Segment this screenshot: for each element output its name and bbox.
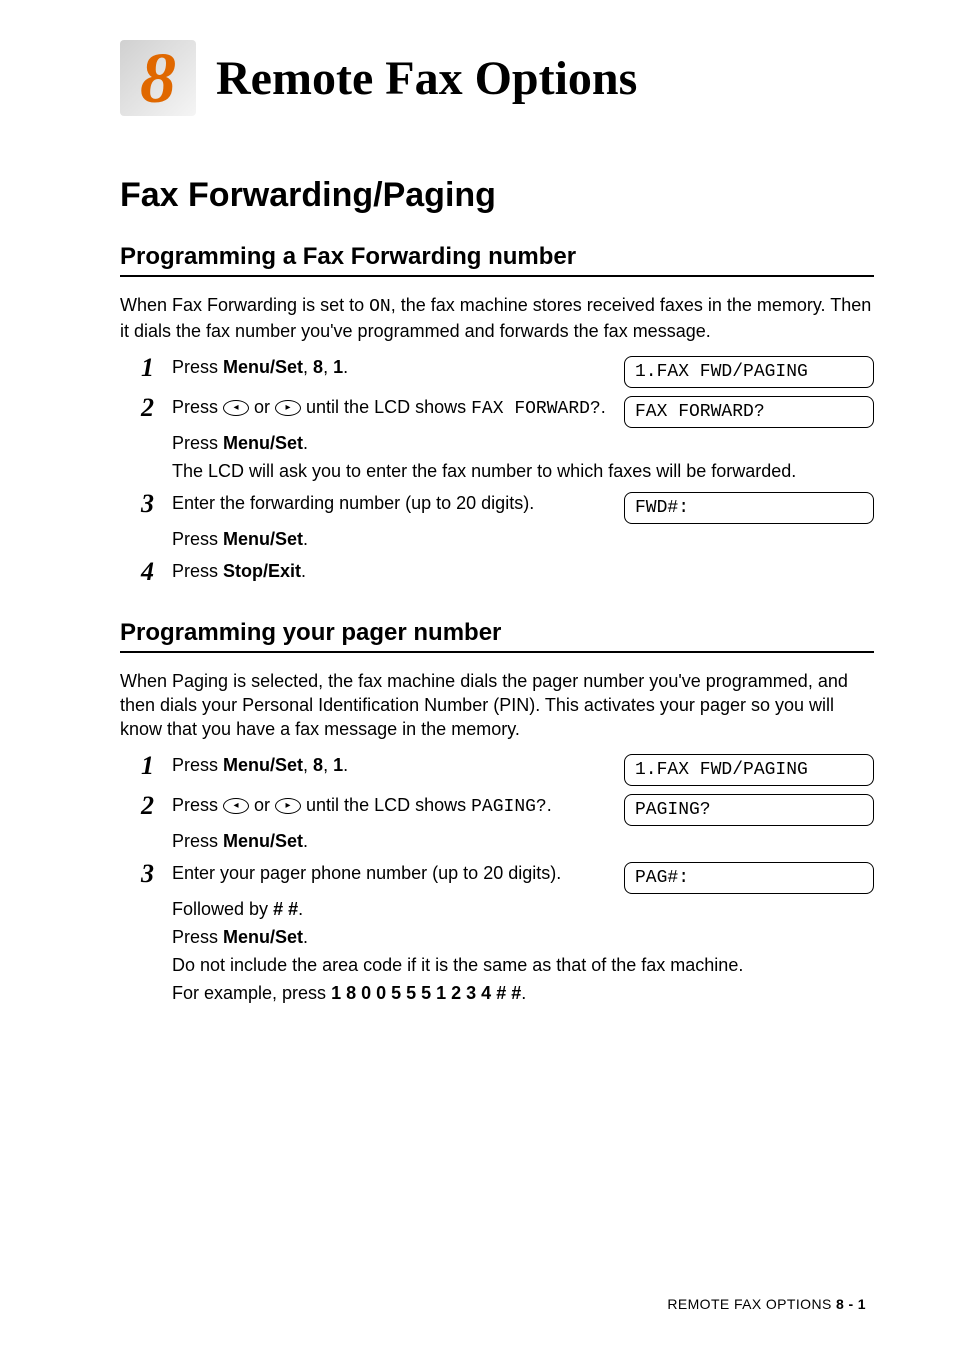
key-menu-set: Menu/Set xyxy=(223,357,303,377)
step-text: Press ◂ or ▸ until the LCD shows PAGING?… xyxy=(172,792,610,820)
text: or xyxy=(249,795,275,815)
text: Press xyxy=(172,433,223,453)
arrow-right-icon: ▸ xyxy=(275,798,301,814)
text: Press xyxy=(172,755,223,775)
text: or xyxy=(249,397,275,417)
step-text: The LCD will ask you to enter the fax nu… xyxy=(172,458,874,484)
page-footer: REMOTE FAX OPTIONS 8 - 1 xyxy=(667,1296,866,1312)
text: When Fax Forwarding is set to xyxy=(120,295,369,315)
intro-paragraph: When Fax Forwarding is set to ON, the fa… xyxy=(120,293,874,344)
step-number: 3 xyxy=(128,860,154,1006)
arrow-right-icon: ▸ xyxy=(275,400,301,416)
lcd-display: PAG#: xyxy=(624,862,874,894)
text: , xyxy=(303,357,313,377)
text: For example, press xyxy=(172,983,331,1003)
key-hash-hash: # # xyxy=(273,899,298,919)
step-text: Enter the forwarding number (up to 20 di… xyxy=(172,490,610,516)
step-number: 1 xyxy=(128,752,154,786)
step-number: 1 xyxy=(128,354,154,388)
text: Press xyxy=(172,831,223,851)
key-8: 8 xyxy=(313,357,323,377)
steps-list: 1 Press Menu/Set, 8, 1. 1.FAX FWD/PAGING… xyxy=(128,354,874,587)
chapter-header: 8 Remote Fax Options xyxy=(120,40,874,116)
subsection-title-fax-forwarding: Programming a Fax Forwarding number xyxy=(120,243,874,277)
lcd-text-inline: FAX FORWARD? xyxy=(471,399,601,419)
key-menu-set: Menu/Set xyxy=(223,831,303,851)
text: Followed by xyxy=(172,899,273,919)
text: . xyxy=(343,357,348,377)
text: . xyxy=(301,561,306,581)
step-text: Press Menu/Set, 8, 1. xyxy=(172,354,610,380)
key-1: 1 xyxy=(333,357,343,377)
lcd-display: 1.FAX FWD/PAGING xyxy=(624,356,874,388)
example-keys: 1 8 0 0 5 5 5 1 2 3 4 # # xyxy=(331,983,521,1003)
text: , xyxy=(323,357,333,377)
key-menu-set: Menu/Set xyxy=(223,927,303,947)
step-text: Press Menu/Set. xyxy=(172,526,874,552)
lcd-display: PAGING? xyxy=(624,794,874,826)
lcd-display: 1.FAX FWD/PAGING xyxy=(624,754,874,786)
text: , xyxy=(303,755,313,775)
text: Press xyxy=(172,397,223,417)
step-4: 4 Press Stop/Exit. xyxy=(128,558,874,587)
text-on: ON xyxy=(369,297,391,317)
step-text: Press Menu/Set. xyxy=(172,430,874,456)
text: . xyxy=(547,795,552,815)
step-text: Press Menu/Set. xyxy=(172,828,874,854)
text: . xyxy=(303,433,308,453)
step-1: 1 Press Menu/Set, 8, 1. 1.FAX FWD/PAGING xyxy=(128,752,874,786)
footer-page-number: 8 - 1 xyxy=(836,1296,866,1312)
text: . xyxy=(343,755,348,775)
chapter-title: Remote Fax Options xyxy=(216,51,637,106)
step-text: Press Menu/Set, 8, 1. xyxy=(172,752,610,778)
chapter-number-badge: 8 xyxy=(120,40,196,116)
lcd-display: FWD#: xyxy=(624,492,874,524)
key-menu-set: Menu/Set xyxy=(223,433,303,453)
step-3: 3 Enter your pager phone number (up to 2… xyxy=(128,860,874,1006)
text: . xyxy=(303,927,308,947)
arrow-left-icon: ◂ xyxy=(223,400,249,416)
step-text: Press ◂ or ▸ until the LCD shows FAX FOR… xyxy=(172,394,610,422)
footer-label: REMOTE FAX OPTIONS xyxy=(667,1296,836,1312)
text: until the LCD shows xyxy=(301,397,471,417)
step-text: For example, press 1 8 0 0 5 5 5 1 2 3 4… xyxy=(172,980,874,1006)
section-title: Fax Forwarding/Paging xyxy=(120,176,874,215)
text: Press xyxy=(172,795,223,815)
step-3: 3 Enter the forwarding number (up to 20 … xyxy=(128,490,874,552)
text: Press xyxy=(172,529,223,549)
text: . xyxy=(303,529,308,549)
key-1: 1 xyxy=(333,755,343,775)
text: . xyxy=(303,831,308,851)
text: until the LCD shows xyxy=(301,795,471,815)
text: . xyxy=(298,899,303,919)
key-stop-exit: Stop/Exit xyxy=(223,561,301,581)
step-text: Do not include the area code if it is th… xyxy=(172,952,874,978)
step-2: 2 Press ◂ or ▸ until the LCD shows PAGIN… xyxy=(128,792,874,854)
step-text: Followed by # #. xyxy=(172,896,874,922)
text: . xyxy=(601,397,606,417)
step-2: 2 Press ◂ or ▸ until the LCD shows FAX F… xyxy=(128,394,874,484)
step-number: 2 xyxy=(128,394,154,484)
key-menu-set: Menu/Set xyxy=(223,529,303,549)
key-8: 8 xyxy=(313,755,323,775)
subsection-title-pager: Programming your pager number xyxy=(120,619,874,653)
step-1: 1 Press Menu/Set, 8, 1. 1.FAX FWD/PAGING xyxy=(128,354,874,388)
text: , xyxy=(323,755,333,775)
step-number: 4 xyxy=(128,558,154,587)
step-text: Enter your pager phone number (up to 20 … xyxy=(172,860,610,886)
intro-paragraph: When Paging is selected, the fax machine… xyxy=(120,669,874,742)
step-text: Press Stop/Exit. xyxy=(172,558,874,584)
text: Press xyxy=(172,357,223,377)
text: . xyxy=(521,983,526,1003)
steps-list: 1 Press Menu/Set, 8, 1. 1.FAX FWD/PAGING… xyxy=(128,752,874,1007)
step-number: 2 xyxy=(128,792,154,854)
arrow-left-icon: ◂ xyxy=(223,798,249,814)
lcd-text-inline: PAGING? xyxy=(471,797,547,817)
text: Press xyxy=(172,927,223,947)
key-menu-set: Menu/Set xyxy=(223,755,303,775)
step-number: 3 xyxy=(128,490,154,552)
step-text: Press Menu/Set. xyxy=(172,924,874,950)
lcd-display: FAX FORWARD? xyxy=(624,396,874,428)
text: Press xyxy=(172,561,223,581)
